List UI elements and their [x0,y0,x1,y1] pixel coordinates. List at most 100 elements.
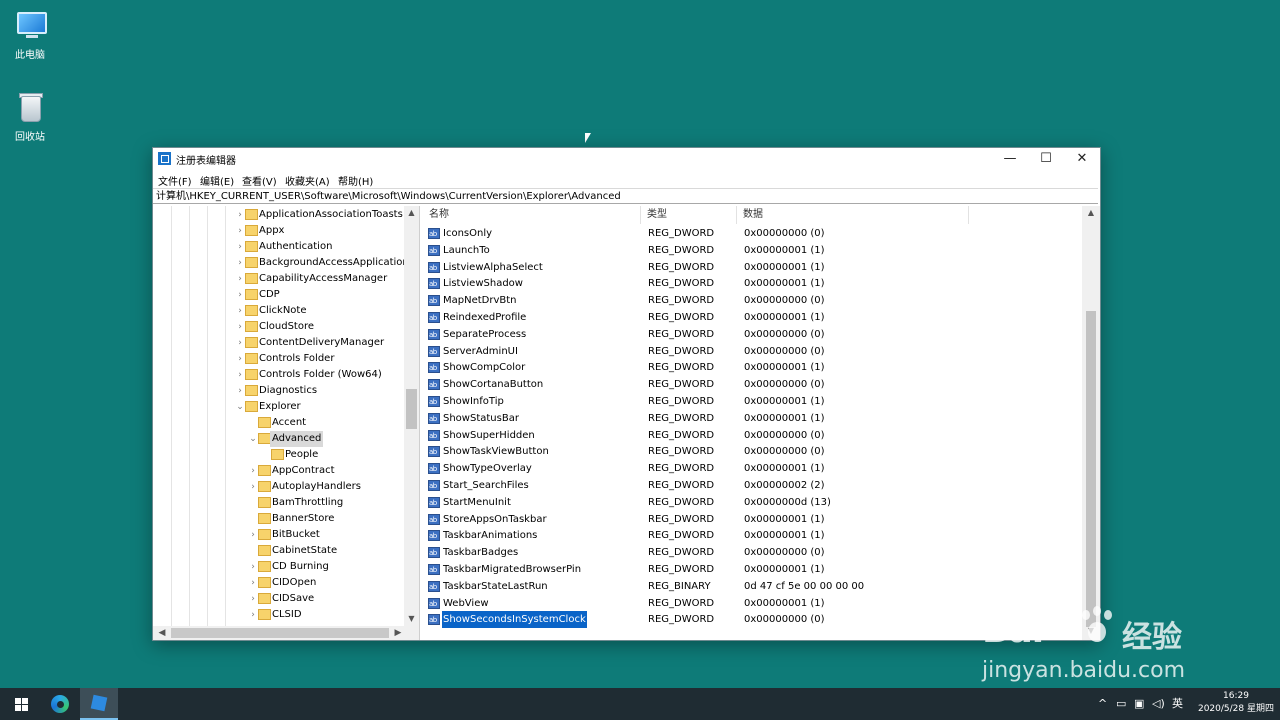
chevron-right-icon[interactable]: › [248,479,258,495]
chevron-right-icon[interactable]: › [235,287,245,303]
value-row[interactable]: TaskbarStateLastRun REG_BINARY 0d 47 cf 5e… [423,578,1078,596]
scroll-right-arrow-icon[interactable]: ▶ [391,626,405,640]
chevron-right-icon[interactable]: › [235,255,245,271]
menu-file[interactable]: 文件(F) [158,173,192,188]
value-name: ShowTypeOverlay [443,463,532,474]
value-type: REG_DWORD [648,228,715,239]
ime-indicator[interactable]: 英 [1172,688,1183,720]
taskbar-edge-button[interactable] [41,688,79,720]
maximize-button[interactable]: ☐ [1028,148,1064,170]
value-data: 0x00000001 (1) [744,245,825,256]
chevron-right-icon[interactable]: › [248,575,258,591]
value-row[interactable]: SeparateProcess REG_DWORD 0x00000000 (0) [423,326,1078,344]
value-row[interactable]: TaskbarAnimations REG_DWORD 0x00000001 (1) [423,527,1078,545]
chevron-right-icon[interactable]: › [235,335,245,351]
reg-dword-icon [428,495,440,512]
scrollbar-thumb[interactable] [406,389,417,429]
value-row[interactable]: TaskbarMigratedBrowserPin REG_DWORD 0x0000… [423,561,1078,579]
folder-icon [258,577,271,588]
value-type: REG_DWORD [648,547,715,558]
tree-vertical-scrollbar[interactable]: ▲ ▼ [404,206,419,626]
value-row[interactable]: ShowTypeOverlay REG_DWORD 0x00000001 (1) [423,460,1078,478]
value-type: REG_DWORD [648,614,715,625]
close-button[interactable]: ✕ [1064,148,1100,170]
taskbar-regedit-button[interactable] [80,688,118,720]
network-icon[interactable]: ▣ [1134,688,1144,720]
chevron-right-icon[interactable]: › [235,319,245,335]
system-clock[interactable]: 16:29 2020/5/28 星期四 [1196,690,1276,716]
chevron-right-icon[interactable]: › [248,607,258,623]
title-bar[interactable]: 注册表编辑器 — ☐ ✕ [153,148,1100,170]
folder-icon [245,257,258,268]
chevron-right-icon[interactable]: › [235,239,245,255]
menu-view[interactable]: 查看(V) [242,173,277,188]
scrollbar-thumb[interactable] [1086,311,1096,627]
value-row[interactable]: ListviewAlphaSelect REG_DWORD 0x00000001 (… [423,259,1078,277]
chevron-right-icon[interactable]: › [235,367,245,383]
tree-node-label: Explorer [259,401,301,412]
chevron-down-icon[interactable]: ⌄ [235,399,245,415]
start-button[interactable] [2,688,40,720]
folder-icon [245,369,258,380]
value-row[interactable]: StartMenuInit REG_DWORD 0x0000000d (13) [423,494,1078,512]
value-row[interactable]: MapNetDrvBtn REG_DWORD 0x00000000 (0) [423,292,1078,310]
minimize-button[interactable]: — [992,148,1028,170]
value-row[interactable]: ShowInfoTip REG_DWORD 0x00000001 (1) [423,393,1078,411]
volume-icon[interactable]: ◁) [1152,688,1165,720]
value-name: TaskbarStateLastRun [443,581,548,592]
chevron-down-icon[interactable]: ⌄ [248,431,258,447]
value-row[interactable]: StoreAppsOnTaskbar REG_DWORD 0x00000001 (1… [423,511,1078,529]
value-row[interactable]: ReindexedProfile REG_DWORD 0x00000001 (1) [423,309,1078,327]
chevron-right-icon[interactable]: › [248,527,258,543]
battery-icon[interactable]: ▭ [1116,688,1126,720]
value-row[interactable]: TaskbarBadges REG_DWORD 0x00000000 (0) [423,544,1078,562]
column-header-name[interactable]: 名称 [423,206,641,224]
column-header-data[interactable]: 数据 [737,206,969,224]
chevron-right-icon[interactable]: › [235,383,245,399]
scroll-up-arrow-icon[interactable]: ▲ [404,208,419,217]
value-row[interactable]: ShowStatusBar REG_DWORD 0x00000001 (1) [423,410,1078,428]
chevron-right-icon[interactable]: › [235,351,245,367]
value-row[interactable]: ShowTaskViewButton REG_DWORD 0x00000000 (0… [423,443,1078,461]
chevron-right-icon[interactable]: › [235,207,245,223]
value-row[interactable]: ShowSuperHidden REG_DWORD 0x00000000 (0) [423,427,1078,445]
value-name: ShowSecondsInSystemClock [441,610,588,629]
menu-help[interactable]: 帮助(H) [338,173,373,188]
value-data: 0x00000000 (0) [744,295,825,306]
value-data: 0x00000001 (1) [744,396,825,407]
desktop-icon-recycle-bin[interactable]: 回收站 [0,90,60,143]
scrollbar-thumb[interactable] [171,628,389,638]
chevron-right-icon[interactable]: › [248,591,258,607]
mouse-cursor-icon [585,133,591,143]
chevron-right-icon[interactable]: › [235,271,245,287]
value-row[interactable]: ShowSecondsInSystemClock REG_DWORD 0x00000… [423,610,1078,629]
value-row[interactable]: WebView REG_DWORD 0x00000001 (1) [423,595,1078,613]
value-row[interactable]: ShowCortanaButton REG_DWORD 0x00000000 (0) [423,376,1078,394]
value-row[interactable]: LaunchTo REG_DWORD 0x00000001 (1) [423,242,1078,260]
chevron-right-icon[interactable]: › [235,223,245,239]
values-vertical-scrollbar[interactable]: ▲ ▼ [1082,206,1100,640]
reg-dword-icon [428,327,440,344]
value-row[interactable]: ListviewShadow REG_DWORD 0x00000001 (1) [423,275,1078,293]
value-row[interactable]: ShowCompColor REG_DWORD 0x00000001 (1) [423,359,1078,377]
tree-horizontal-scrollbar[interactable]: ◀ ▶ [153,626,419,640]
value-row[interactable]: Start_SearchFiles REG_DWORD 0x00000002 (2) [423,477,1078,495]
address-bar[interactable]: 计算机\HKEY_CURRENT_USER\Software\Microsoft… [153,188,1098,204]
scroll-down-arrow-icon[interactable]: ▼ [404,614,419,623]
folder-icon [258,529,271,540]
menu-edit[interactable]: 编辑(E) [200,173,234,188]
value-name: ShowCortanaButton [443,379,544,390]
desktop-icon-this-pc[interactable]: 此电脑 [0,8,60,61]
value-data: 0x00000001 (1) [744,463,825,474]
chevron-right-icon[interactable]: › [235,303,245,319]
scroll-left-arrow-icon[interactable]: ◀ [155,626,169,640]
tree-node-label: AutoplayHandlers [272,481,361,492]
column-header-type[interactable]: 类型 [641,206,737,224]
chevron-right-icon[interactable]: › [248,463,258,479]
menu-favorites[interactable]: 收藏夹(A) [285,173,330,188]
chevron-right-icon[interactable]: › [248,559,258,575]
scroll-up-arrow-icon[interactable]: ▲ [1082,208,1100,217]
value-row[interactable]: ServerAdminUI REG_DWORD 0x00000000 (0) [423,343,1078,361]
value-row[interactable]: IconsOnly REG_DWORD 0x00000000 (0) [423,225,1078,243]
tray-overflow-chevron-icon[interactable]: ^ [1098,688,1107,720]
